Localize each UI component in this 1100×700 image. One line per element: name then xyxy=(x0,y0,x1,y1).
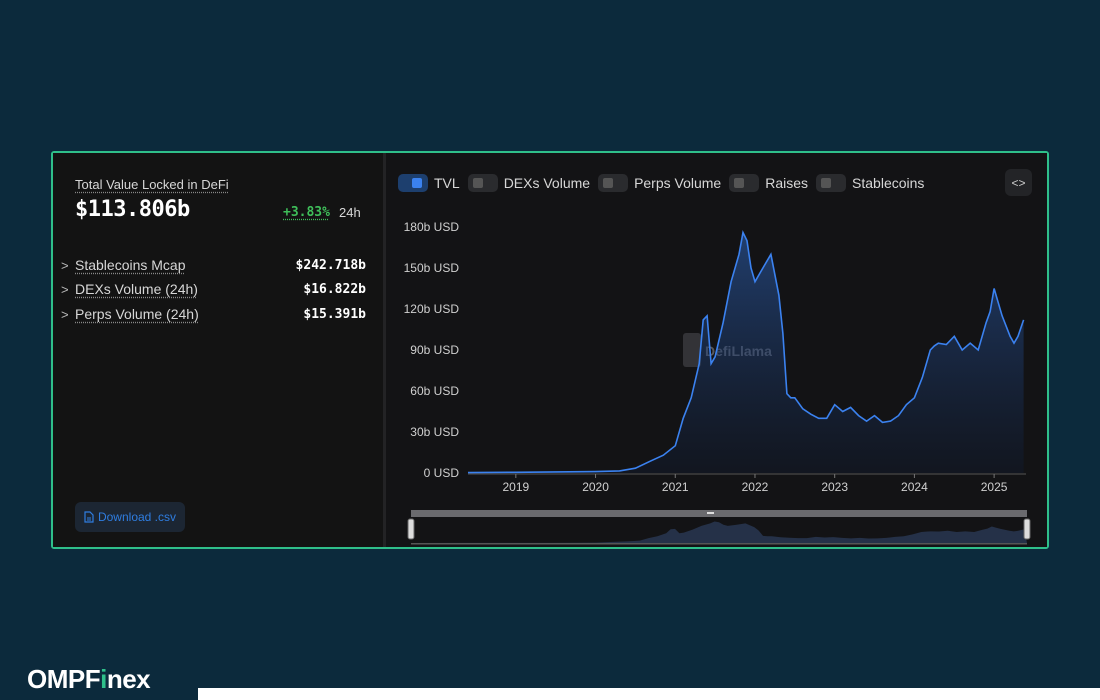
brand-logo: OMPFinex xyxy=(27,664,151,694)
slider-grip-icon xyxy=(707,512,714,514)
tvl-area xyxy=(468,232,1024,473)
download-csv-button[interactable]: Download .csv xyxy=(75,502,185,532)
slider-handle-left[interactable] xyxy=(407,518,415,540)
metric-dexs-volume[interactable]: > DEXs Volume (24h) $16.822b xyxy=(61,278,366,300)
tvl-value: $113.806b xyxy=(75,197,190,222)
metric-label: Perps Volume (24h) xyxy=(75,306,199,322)
footer-bar xyxy=(198,688,1100,700)
x-tick-label: 2024 xyxy=(901,480,928,494)
chevron-right-icon: > xyxy=(61,257,69,273)
file-icon xyxy=(84,511,94,523)
x-tick-label: 2022 xyxy=(742,480,769,494)
slider-preview xyxy=(411,521,1027,543)
metric-value: $16.822b xyxy=(303,281,366,297)
x-tick-label: 2019 xyxy=(502,480,529,494)
y-tick-label: 150b USD xyxy=(404,261,460,275)
metric-value: $242.718b xyxy=(295,257,366,273)
metric-label: Stablecoins Mcap xyxy=(75,257,186,273)
metric-label: DEXs Volume (24h) xyxy=(75,281,198,297)
metric-value: $15.391b xyxy=(303,306,366,322)
x-tick-label: 2021 xyxy=(662,480,689,494)
x-tick-label: 2023 xyxy=(821,480,848,494)
download-label: Download .csv xyxy=(97,510,177,524)
zoom-slider[interactable] xyxy=(407,510,1031,545)
tvl-period: 24h xyxy=(339,205,361,220)
y-tick-label: 0 USD xyxy=(424,466,460,480)
tvl-chart: 0 USD 30b USD 60b USD 90b USD 120b USD 150b U… xyxy=(404,220,1031,545)
slider-handle-right[interactable] xyxy=(1023,518,1031,540)
chevron-right-icon: > xyxy=(61,306,69,322)
y-tick-label: 60b USD xyxy=(410,384,459,398)
summary-panel: Total Value Locked in DeFi $113.806b +3.… xyxy=(53,153,386,547)
defi-panel: Total Value Locked in DeFi $113.806b +3.… xyxy=(51,151,1049,549)
metric-perps-volume[interactable]: > Perps Volume (24h) $15.391b xyxy=(61,303,366,325)
tvl-title: Total Value Locked in DeFi xyxy=(75,177,229,192)
x-tick-label: 2025 xyxy=(981,480,1008,494)
y-tick-label: 90b USD xyxy=(410,343,459,357)
slider-track[interactable] xyxy=(411,510,1027,517)
chart-panel: TVL DEXs Volume Perps Volume Raises Stab… xyxy=(386,153,1047,547)
llama-logo-icon xyxy=(683,333,701,367)
slider-baseline xyxy=(411,543,1027,545)
chevron-right-icon: > xyxy=(61,281,69,297)
y-tick-label: 180b USD xyxy=(404,220,460,234)
metric-stablecoins-mcap[interactable]: > Stablecoins Mcap $242.718b xyxy=(61,254,366,276)
tvl-change: +3.83% xyxy=(283,205,330,220)
y-tick-label: 30b USD xyxy=(410,425,459,439)
x-tick-label: 2020 xyxy=(582,480,609,494)
y-tick-label: 120b USD xyxy=(404,302,460,316)
